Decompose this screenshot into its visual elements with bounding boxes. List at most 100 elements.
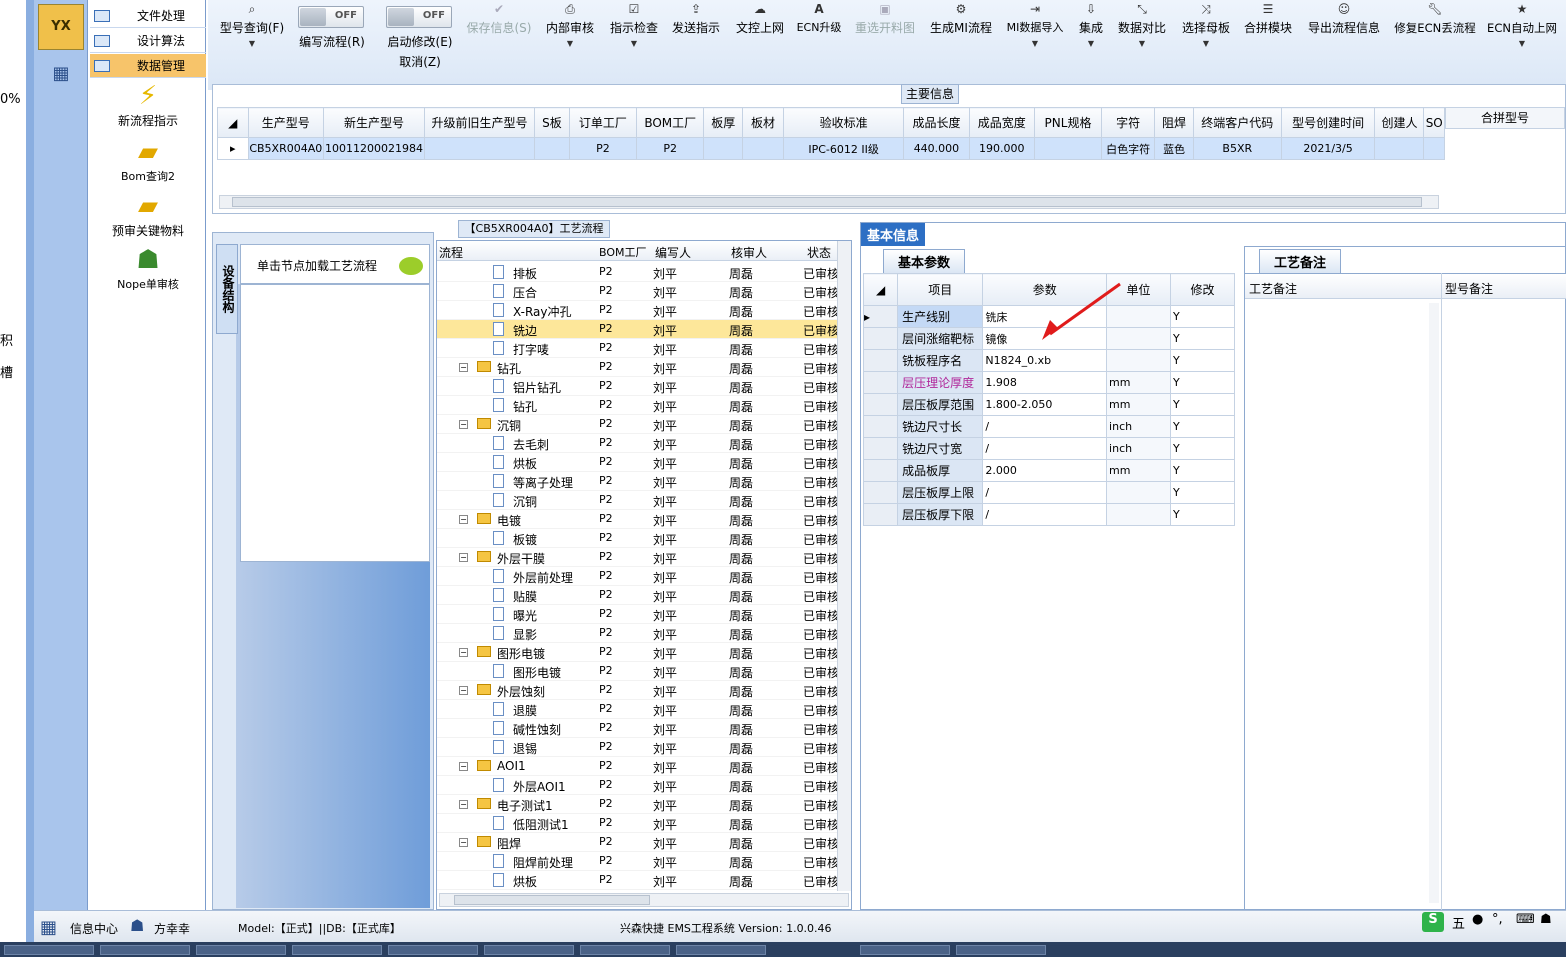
- column-header[interactable]: 升级前旧生产型号: [423, 107, 536, 138]
- table-cell[interactable]: 190.000: [968, 137, 1035, 160]
- table-cell[interactable]: [703, 137, 744, 160]
- row-selector[interactable]: [862, 437, 899, 460]
- tree-node[interactable]: − 沉铜 P2 刘平 周磊 已审核: [437, 415, 839, 434]
- param-row[interactable]: 铣板程序名 N1824_0.xb Y: [862, 349, 1235, 372]
- generate-mi-flow-button[interactable]: ⚙ 生成MI流程: [928, 0, 994, 38]
- taskbar-item[interactable]: [956, 945, 1046, 955]
- tree-node[interactable]: 退锡 P2 刘平 周磊 已审核: [437, 738, 839, 757]
- tool-new-flow[interactable]: ⚡ 新流程指示: [90, 80, 206, 129]
- column-header[interactable]: 型号创建时间: [1280, 107, 1376, 138]
- tree-node[interactable]: 铣边 P2 刘平 周磊 已审核: [437, 320, 839, 339]
- dropdown-arrow-icon[interactable]: ▼: [216, 38, 288, 50]
- reselect-cut-chart-button[interactable]: ▣ 重选开料图: [852, 0, 918, 38]
- column-header[interactable]: 终端客户代码: [1192, 107, 1282, 138]
- table-cell[interactable]: 10011200021984: [323, 137, 425, 160]
- tab-basic-info[interactable]: 基本信息: [861, 223, 926, 246]
- tree-node[interactable]: 压合 P2 刘平 周磊 已审核: [437, 282, 839, 301]
- column-header[interactable]: 工艺备注: [1249, 280, 1297, 297]
- table-cell[interactable]: 2021/3/5: [1280, 137, 1376, 160]
- merge-model-header[interactable]: 合拼型号: [1445, 107, 1565, 129]
- dropdown-arrow-icon[interactable]: ▼: [1116, 38, 1168, 50]
- tree-node[interactable]: 阻焊前处理 P2 刘平 周磊 已审核: [437, 852, 839, 871]
- nav-item-file[interactable]: 文件处理: [90, 4, 206, 28]
- collapse-icon[interactable]: −: [459, 553, 468, 562]
- select-motherboard-button[interactable]: ⤨ 选择母板 ▼: [1178, 0, 1234, 50]
- table-row[interactable]: ▸ CB5XR004A0 10011200021984 P2 P2 IPC-60…: [217, 137, 1445, 160]
- tree-node[interactable]: 显影 P2 刘平 周磊 已审核: [437, 624, 839, 643]
- collapse-icon[interactable]: −: [459, 762, 468, 771]
- row-selector[interactable]: [862, 503, 899, 526]
- column-header[interactable]: 项目: [897, 273, 984, 306]
- dropdown-arrow-icon[interactable]: ▼: [606, 38, 662, 50]
- collapse-icon[interactable]: −: [459, 363, 468, 372]
- tree-node[interactable]: − 阻焊 P2 刘平 周磊 已审核: [437, 833, 839, 852]
- param-row[interactable]: 层压板厚范围 1.800-2.050 mm Y: [862, 393, 1235, 416]
- tree-node[interactable]: 曝光 P2 刘平 周磊 已审核: [437, 605, 839, 624]
- table-cell[interactable]: [1033, 137, 1103, 160]
- table-cell[interactable]: P2: [636, 137, 705, 160]
- tree-node[interactable]: − 外层蚀刻 P2 刘平 周磊 已审核: [437, 681, 839, 700]
- column-header[interactable]: 核审人: [731, 244, 767, 261]
- collapse-icon[interactable]: −: [459, 515, 468, 524]
- windows-grid-icon[interactable]: ▦: [40, 917, 57, 938]
- ime-user-icon[interactable]: ☗: [1540, 912, 1552, 927]
- flow-tree-vscroll[interactable]: [837, 241, 851, 891]
- tool-nope-review[interactable]: ☗ Nope单审核: [90, 244, 206, 292]
- tree-node[interactable]: 烘板 P2 刘平 周磊 已审核: [437, 453, 839, 472]
- ime-toolbar[interactable]: S 五 ● °, ⌨ ☗: [1420, 910, 1566, 936]
- structure-list[interactable]: [240, 284, 430, 562]
- tree-node[interactable]: − 图形电镀 P2 刘平 周磊 已审核: [437, 643, 839, 662]
- info-center-link[interactable]: 信息中心: [70, 920, 118, 937]
- taskbar-item[interactable]: [388, 945, 478, 955]
- column-header[interactable]: BOM工厂: [636, 107, 705, 138]
- column-header[interactable]: 状态: [807, 244, 831, 261]
- tree-node[interactable]: 钻孔 P2 刘平 周磊 已审核: [437, 396, 839, 415]
- keyboard-icon[interactable]: ⌨: [1516, 912, 1535, 927]
- tree-node[interactable]: X-Ray冲孔 P2 刘平 周磊 已审核: [437, 301, 839, 320]
- param-row[interactable]: 层压板厚下限 / Y: [862, 503, 1235, 526]
- tool-bom-query[interactable]: ▰ Bom查询2: [90, 136, 206, 184]
- ime-punct-icon[interactable]: ●: [1472, 912, 1483, 927]
- column-header[interactable]: S板: [534, 107, 570, 138]
- table-cell[interactable]: 440.000: [903, 137, 970, 160]
- param-row[interactable]: 层压板厚上限 / Y: [862, 481, 1235, 504]
- column-header[interactable]: 流程: [439, 244, 463, 261]
- tree-node[interactable]: 板镀 P2 刘平 周磊 已审核: [437, 529, 839, 548]
- taskbar-item[interactable]: [484, 945, 574, 955]
- tree-node[interactable]: − AOI1 P2 刘平 周磊 已审核: [437, 757, 839, 776]
- param-value[interactable]: /: [982, 437, 1108, 460]
- tree-node[interactable]: 退膜 P2 刘平 周磊 已审核: [437, 700, 839, 719]
- tree-node[interactable]: 外层AOI1 P2 刘平 周磊 已审核: [437, 776, 839, 795]
- collapse-icon[interactable]: −: [459, 838, 468, 847]
- column-header[interactable]: 修改: [1170, 273, 1235, 306]
- repair-ecn-flow-button[interactable]: 🔧︎ 修复ECN丢流程: [1394, 0, 1476, 38]
- data-compare-button[interactable]: ⤡ 数据对比 ▼: [1116, 0, 1168, 50]
- tab-equipment-structure[interactable]: 设备结构: [216, 244, 238, 334]
- nav-item-algorithm[interactable]: 设计算法: [90, 29, 206, 53]
- table-cell[interactable]: [534, 137, 570, 160]
- column-header[interactable]: 板厚: [703, 107, 744, 138]
- tab-basic-params[interactable]: 基本参数: [883, 249, 966, 273]
- column-header[interactable]: 阻焊: [1154, 107, 1194, 138]
- dropdown-arrow-icon[interactable]: ▼: [1178, 38, 1234, 50]
- param-value[interactable]: 1.800-2.050: [982, 393, 1108, 416]
- tree-node[interactable]: 外层前处理 P2 刘平 周磊 已审核: [437, 567, 839, 586]
- row-selector[interactable]: ▸: [862, 305, 899, 328]
- internal-review-button[interactable]: ⎙ 内部审核 ▼: [542, 0, 598, 50]
- column-header[interactable]: 编写人: [655, 244, 691, 261]
- scrollbar-thumb[interactable]: [232, 197, 1422, 207]
- taskbar-item[interactable]: [196, 945, 286, 955]
- param-row[interactable]: 成品板厚 2.000 mm Y: [862, 459, 1235, 482]
- tool-key-material[interactable]: ▰ 预审关键物料: [90, 190, 206, 239]
- tree-node[interactable]: 贴膜 P2 刘平 周磊 已审核: [437, 586, 839, 605]
- ime-symbol-icon[interactable]: °,: [1492, 912, 1503, 927]
- send-instruction-button[interactable]: ⇪ 发送指示: [668, 0, 724, 38]
- taskbar-item[interactable]: [292, 945, 382, 955]
- tree-node[interactable]: 去毛刺 P2 刘平 周磊 已审核: [437, 434, 839, 453]
- doc-control-online-button[interactable]: ☁ 文控上网: [732, 0, 788, 38]
- export-flow-info-button[interactable]: ☺ 导出流程信息: [1304, 0, 1384, 38]
- calculator-icon[interactable]: ▦: [38, 54, 84, 94]
- row-selector[interactable]: [862, 459, 899, 482]
- integrate-button[interactable]: ⇩ 集成 ▼: [1076, 0, 1106, 50]
- taskbar-item[interactable]: [100, 945, 190, 955]
